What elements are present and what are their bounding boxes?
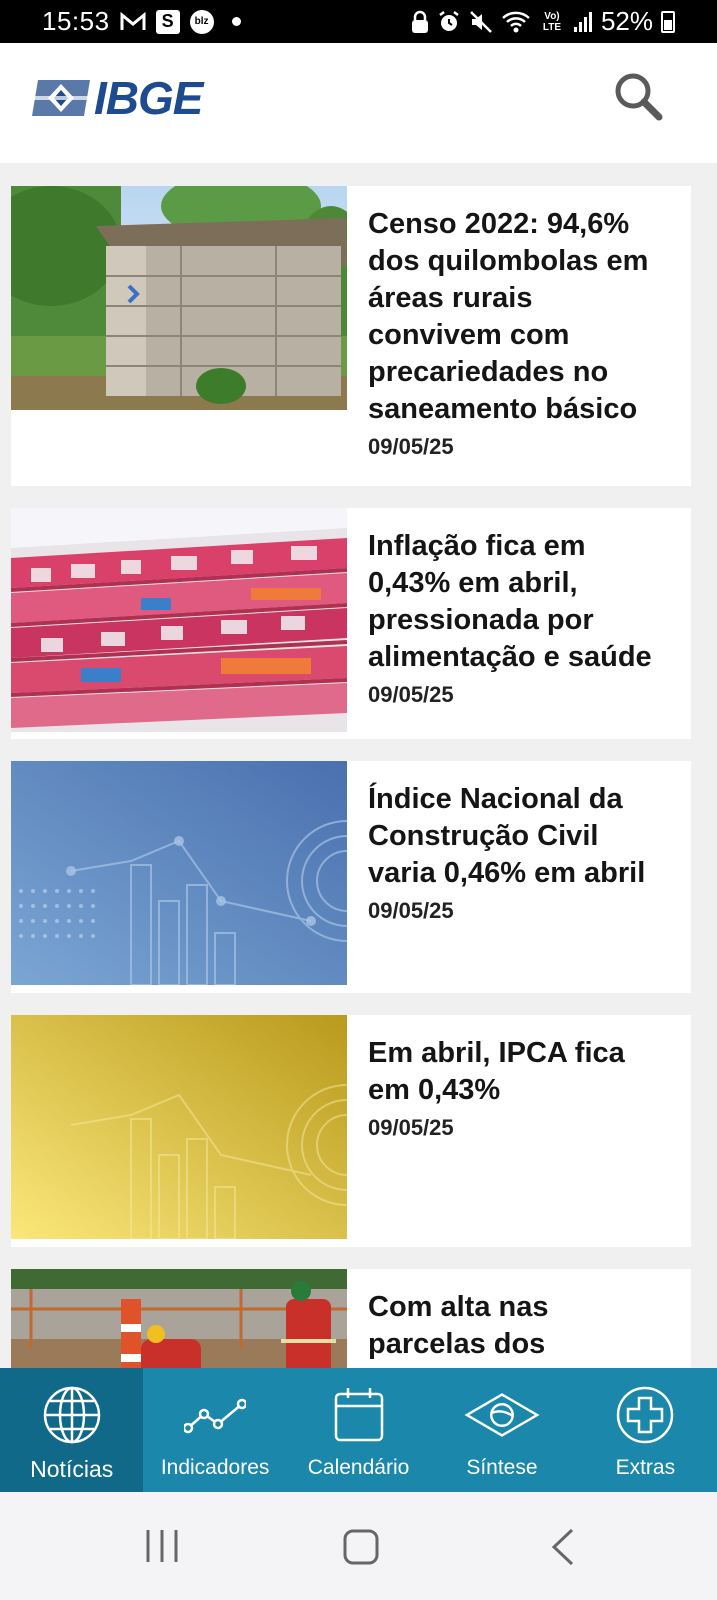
battery-percent: 52% [600, 6, 653, 36]
alarm-icon [439, 10, 459, 31]
brazil-flag-icon [464, 1393, 540, 1437]
nav-noticias[interactable]: Notícias [0, 1368, 144, 1492]
home-icon[interactable] [342, 1528, 380, 1566]
mute-icon [470, 10, 492, 33]
news-image-outhouse [11, 186, 347, 410]
news-title: Índice Nacional da Construção Civil vari… [368, 783, 646, 889]
news-title: Em abril, IPCA fica em 0,43% [368, 1037, 625, 1106]
news-image-pharmacy [11, 508, 347, 732]
lock-icon [411, 10, 428, 33]
status-bar: 15:53 S blz Vo) LTE 52% [0, 0, 717, 43]
news-title: Inflação fica em 0,43% em abril, pressio… [368, 530, 652, 673]
news-card[interactable]: Índice Nacional da Construção Civil vari… [11, 761, 691, 993]
news-date: 09/05/25 [368, 1115, 454, 1140]
news-date: 09/05/25 [368, 682, 454, 707]
nav-extras[interactable]: Extras [574, 1368, 717, 1492]
news-date: 09/05/25 [368, 898, 454, 923]
dot-icon [231, 17, 241, 26]
recents-icon[interactable] [144, 1528, 180, 1564]
app-header: IBGE [0, 43, 717, 163]
nav-label: Extras [615, 1456, 676, 1479]
nav-sintese[interactable]: Síntese [430, 1368, 573, 1492]
news-date: 09/05/25 [368, 434, 454, 459]
news-card[interactable]: Em abril, IPCA fica em 0,43% 09/05/25 [11, 1015, 691, 1247]
line-chart-icon [184, 1398, 247, 1434]
calendar-icon [334, 1388, 383, 1442]
nav-label: Calendário [307, 1456, 410, 1479]
blz-icon: blz [189, 9, 214, 34]
news-list: Censo 2022: 94,6% dos quilombolas em áre… [11, 186, 691, 1431]
nav-label: Indicadores [160, 1456, 270, 1479]
nav-label: Síntese [466, 1456, 538, 1479]
volte-icon: Vo) LTE [542, 10, 562, 33]
nav-calendario[interactable]: Calendário [287, 1368, 430, 1492]
system-nav-bar [0, 1492, 717, 1600]
back-icon[interactable] [550, 1528, 576, 1566]
news-image-blue-chart [11, 761, 347, 985]
news-title: Censo 2022: 94,6% dos quilombolas em áre… [368, 208, 649, 425]
search-icon[interactable] [611, 69, 667, 125]
gmail-icon [120, 11, 146, 30]
globe-icon [43, 1386, 100, 1444]
battery-icon [661, 10, 675, 33]
news-card[interactable]: Censo 2022: 94,6% dos quilombolas em áre… [11, 186, 691, 486]
logo-text: IBGE [94, 72, 203, 124]
plus-circle-icon [617, 1386, 674, 1444]
news-card[interactable]: Inflação fica em 0,43% em abril, pressio… [11, 508, 691, 739]
signal-icon [573, 11, 592, 32]
ibge-logo[interactable]: IBGE [30, 72, 240, 124]
ibge-logo-mark-icon [32, 80, 90, 116]
s-app-icon: S [155, 9, 180, 34]
nav-label: Notícias [30, 1456, 114, 1482]
news-image-yellow-chart [11, 1015, 347, 1239]
wifi-icon [502, 11, 530, 32]
nav-indicadores[interactable]: Indicadores [143, 1368, 286, 1492]
status-time: 15:53 [42, 6, 110, 36]
news-title: Com alta nas parcelas dos [368, 1291, 549, 1360]
bottom-nav: Notícias Indicadores Calendário Síntese … [0, 1368, 717, 1492]
